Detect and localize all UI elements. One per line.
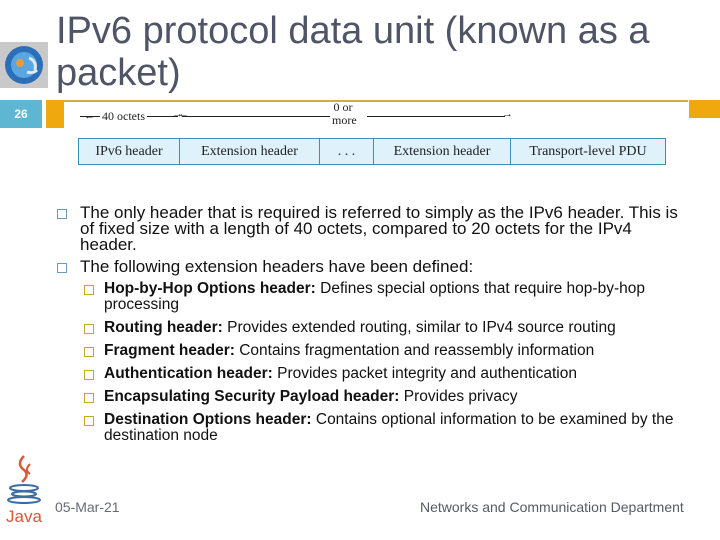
- bullet-square-icon: [57, 263, 67, 273]
- description: Provides privacy: [399, 388, 518, 405]
- term: Routing header:: [104, 319, 223, 336]
- dim-arrow-extensions-right: [367, 116, 505, 117]
- packet-diagram: ← 40 octets → ← 0 or more → IPv6 header …: [78, 100, 668, 166]
- packet-structure-row: IPv6 header Extension header . . . Exten…: [78, 138, 666, 165]
- bullet-square-icon: [84, 416, 94, 426]
- list-item: Authentication header: Provides packet i…: [80, 366, 684, 382]
- term: Authentication header:: [104, 365, 273, 382]
- cell-extension-header: Extension header: [374, 139, 511, 164]
- list-item: Encapsulating Security Payload header: P…: [80, 389, 684, 405]
- term: Fragment header:: [104, 342, 235, 359]
- bullet-list: The only header that is required is refe…: [52, 203, 692, 451]
- bullet-square-icon: [84, 393, 94, 403]
- description: Provides extended routing, similar to IP…: [222, 319, 616, 336]
- dim-label-more-line2: more: [332, 113, 357, 127]
- page-title: IPv6 protocol data unit (known as a pack…: [56, 10, 650, 94]
- bullet-square-icon: [84, 324, 94, 334]
- footer-department: Networks and Communication Department: [420, 499, 684, 515]
- list-item: Routing header: Provides extended routin…: [80, 320, 684, 336]
- globe-logo-icon: [0, 42, 48, 88]
- arrowhead-right-icon: →: [502, 108, 513, 120]
- term: Encapsulating Security Payload header:: [104, 388, 400, 405]
- term: Hop-by-Hop Options header:: [104, 280, 316, 297]
- description: Provides packet integrity and authentica…: [272, 365, 577, 382]
- bullet-square-icon: [84, 347, 94, 357]
- accent-square-right: [689, 100, 720, 118]
- cell-extension-header: Extension header: [180, 139, 320, 164]
- term: Destination Options header:: [104, 411, 312, 428]
- bullet-square-icon: [84, 370, 94, 380]
- list-item: The following extension headers have bee…: [52, 257, 692, 276]
- cell-ipv6-header: IPv6 header: [79, 139, 180, 164]
- accent-square-left: [46, 100, 64, 128]
- arrowhead-left-icon: ←: [178, 108, 189, 120]
- sub-bullet-list: Hop-by-Hop Options header: Defines speci…: [80, 281, 692, 444]
- dim-label-octets: 40 octets: [100, 109, 147, 124]
- footer-date: 05-Mar-21: [55, 499, 120, 515]
- dim-label-more: 0 or more: [332, 100, 357, 127]
- bullet-text: The following extension headers have bee…: [80, 257, 474, 276]
- svg-text:Java: Java: [6, 507, 42, 526]
- cell-transport-pdu: Transport-level PDU: [529, 144, 647, 159]
- description: Contains fragmentation and reassembly in…: [234, 342, 595, 359]
- bullet-text: The only header that is required is refe…: [80, 203, 678, 254]
- java-logo-icon: Java: [4, 452, 44, 526]
- list-item: Fragment header: Contains fragmentation …: [80, 343, 684, 359]
- bullet-square-icon: [84, 285, 94, 295]
- cell-ellipsis: . . .: [320, 139, 374, 164]
- slide-number: 26: [0, 100, 42, 128]
- dim-arrow-extensions-left: [182, 116, 330, 117]
- dim-label-more-line1: 0 or: [333, 100, 353, 114]
- list-item: The only header that is required is refe…: [52, 203, 692, 254]
- list-item: Destination Options header: Contains opt…: [80, 412, 684, 444]
- list-item: Hop-by-Hop Options header: Defines speci…: [80, 281, 684, 313]
- bullet-square-icon: [57, 209, 67, 219]
